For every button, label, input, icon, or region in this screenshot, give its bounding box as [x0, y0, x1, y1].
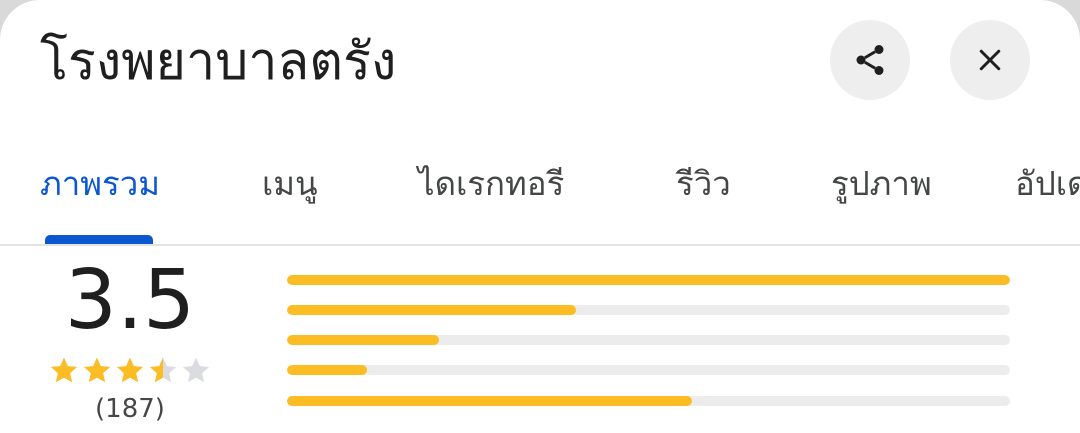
tab-photos[interactable]: รูปภาพ — [831, 140, 932, 226]
star-rating — [48, 352, 212, 390]
rating-bar-fill — [287, 396, 692, 406]
place-title: โรงพยาบาลตรัง — [40, 32, 397, 92]
star-full-icon — [48, 352, 80, 390]
review-count: (187) — [95, 394, 165, 424]
tab-reviews[interactable]: รีวิว — [676, 140, 731, 226]
share-button[interactable] — [830, 20, 910, 100]
rating-bar-4-star[interactable] — [287, 305, 1010, 315]
close-icon — [979, 49, 1001, 71]
place-sheet: โรงพยาบาลตรัง ภาพรวม เมนู ไดเรกทอรี รีวิ… — [0, 0, 1080, 433]
close-button[interactable] — [950, 20, 1030, 100]
tab-overview[interactable]: ภาพรวม — [40, 140, 160, 226]
rating-bar-2-star[interactable] — [287, 365, 1010, 375]
star-full-icon — [81, 352, 113, 390]
star-full-icon — [114, 352, 146, 390]
tab-updates[interactable]: อัปเด — [1015, 140, 1080, 226]
rating-bar-fill — [287, 275, 1010, 285]
star-half-icon — [147, 352, 179, 390]
tab-directory[interactable]: ไดเรกทอรี — [418, 140, 564, 226]
star-empty-icon — [180, 352, 212, 390]
rating-bar-3-star[interactable] — [287, 335, 1010, 345]
rating-bar-5-star[interactable] — [287, 275, 1010, 285]
share-icon — [856, 45, 884, 75]
rating-bar-fill — [287, 365, 367, 375]
tab-menu[interactable]: เมนู — [262, 140, 318, 226]
rating-bar-1-star[interactable] — [287, 396, 1010, 406]
rating-bar-fill — [287, 305, 577, 315]
rating-value: 3.5 — [64, 253, 196, 348]
tab-bar: ภาพรวม เมนู ไดเรกทอรี รีวิว รูปภาพ อัปเด — [0, 140, 1080, 246]
active-tab-indicator — [45, 235, 153, 244]
rating-bar-fill — [287, 335, 439, 345]
